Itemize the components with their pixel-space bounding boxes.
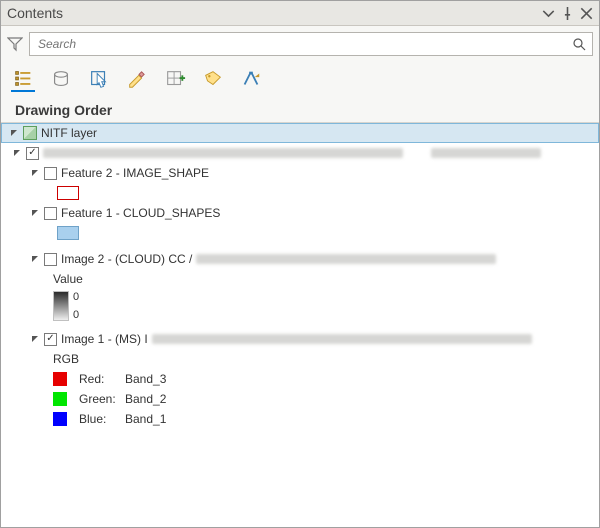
search-row — [1, 26, 599, 62]
search-box[interactable] — [29, 32, 593, 56]
tree-item-image1[interactable]: Image 1 - (MS) I — [1, 329, 599, 349]
list-by-source-button[interactable] — [49, 66, 73, 92]
pane-title: Contents — [7, 5, 63, 21]
close-icon[interactable] — [580, 7, 593, 20]
tree-item-label: Feature 1 - CLOUD_SHAPES — [61, 206, 220, 220]
value-label: Value — [53, 272, 83, 286]
ramp-labels: 0 0 — [73, 291, 79, 321]
list-by-snapping-button[interactable] — [163, 66, 187, 92]
tree-item-image2[interactable]: Image 2 - (CLOUD) CC / — [1, 249, 599, 269]
expand-icon[interactable] — [11, 148, 22, 159]
visibility-checkbox[interactable] — [26, 147, 39, 160]
tree-item-feature2[interactable]: Feature 2 - IMAGE_SHAPE — [1, 163, 599, 183]
group-layer-icon — [23, 126, 37, 140]
band-swatch-blue — [53, 412, 67, 426]
list-by-editing-button[interactable] — [125, 66, 149, 92]
color-ramp[interactable] — [53, 291, 69, 321]
tree-item-label: NITF layer — [41, 126, 97, 140]
expand-icon[interactable] — [29, 334, 40, 345]
band-name: Band_3 — [125, 372, 166, 386]
window-buttons — [542, 7, 593, 20]
symbology-swatch-row[interactable] — [1, 183, 599, 203]
band-row-green[interactable]: Green: Band_2 — [1, 389, 599, 409]
tree-item-label: Feature 2 - IMAGE_SHAPE — [61, 166, 209, 180]
visibility-checkbox[interactable] — [44, 167, 57, 180]
list-by-selection-button[interactable] — [87, 66, 111, 92]
pin-icon[interactable] — [561, 7, 574, 20]
expand-icon[interactable] — [29, 254, 40, 265]
symbol-swatch[interactable] — [57, 226, 79, 240]
tree-item-feature1[interactable]: Feature 1 - CLOUD_SHAPES — [1, 203, 599, 223]
tree-item-nitf-layer[interactable]: NITF layer — [1, 123, 599, 143]
tree-item-label: Image 2 - (CLOUD) CC / — [61, 252, 192, 266]
band-swatch-green — [53, 392, 67, 406]
rgb-composite-label: RGB — [1, 349, 599, 369]
expand-icon[interactable] — [29, 208, 40, 219]
list-by-drawing-order-button[interactable] — [11, 66, 35, 92]
band-channel: Green: — [79, 392, 121, 406]
band-name: Band_1 — [125, 412, 166, 426]
search-icon[interactable] — [572, 37, 586, 51]
band-channel: Red: — [79, 372, 121, 386]
symbology-swatch-row[interactable] — [1, 223, 599, 243]
pane-titlebar: Contents — [1, 1, 599, 26]
search-input[interactable] — [36, 36, 572, 52]
tree-item-dataset[interactable] — [1, 143, 599, 163]
tree-item-label: Image 1 - (MS) I — [61, 332, 148, 346]
band-swatch-red — [53, 372, 67, 386]
contents-toolbar — [1, 62, 599, 92]
layer-tree: NITF layer Feature 2 - IMAGE_SHAPE — [1, 122, 599, 527]
visibility-checkbox[interactable] — [44, 253, 57, 266]
ramp-min: 0 — [73, 309, 79, 321]
stretch-colorramp[interactable]: 0 0 — [1, 289, 599, 323]
list-by-perspective-button[interactable] — [239, 66, 263, 92]
band-row-blue[interactable]: Blue: Band_1 — [1, 409, 599, 429]
dropdown-icon[interactable] — [542, 7, 555, 20]
visibility-checkbox[interactable] — [44, 333, 57, 346]
symbol-swatch[interactable] — [57, 186, 79, 200]
band-row-red[interactable]: Red: Band_3 — [1, 369, 599, 389]
filter-icon[interactable] — [7, 36, 23, 52]
contents-pane: Contents — [0, 0, 600, 528]
expand-icon[interactable] — [8, 128, 19, 139]
band-name: Band_2 — [125, 392, 166, 406]
band-channel: Blue: — [79, 412, 121, 426]
section-title: Drawing Order — [1, 92, 599, 122]
ramp-max: 0 — [73, 291, 79, 303]
expand-icon[interactable] — [29, 168, 40, 179]
list-by-labeling-button[interactable] — [201, 66, 225, 92]
stretch-value-label: Value — [1, 269, 599, 289]
visibility-checkbox[interactable] — [44, 207, 57, 220]
composite-label: RGB — [53, 352, 79, 366]
